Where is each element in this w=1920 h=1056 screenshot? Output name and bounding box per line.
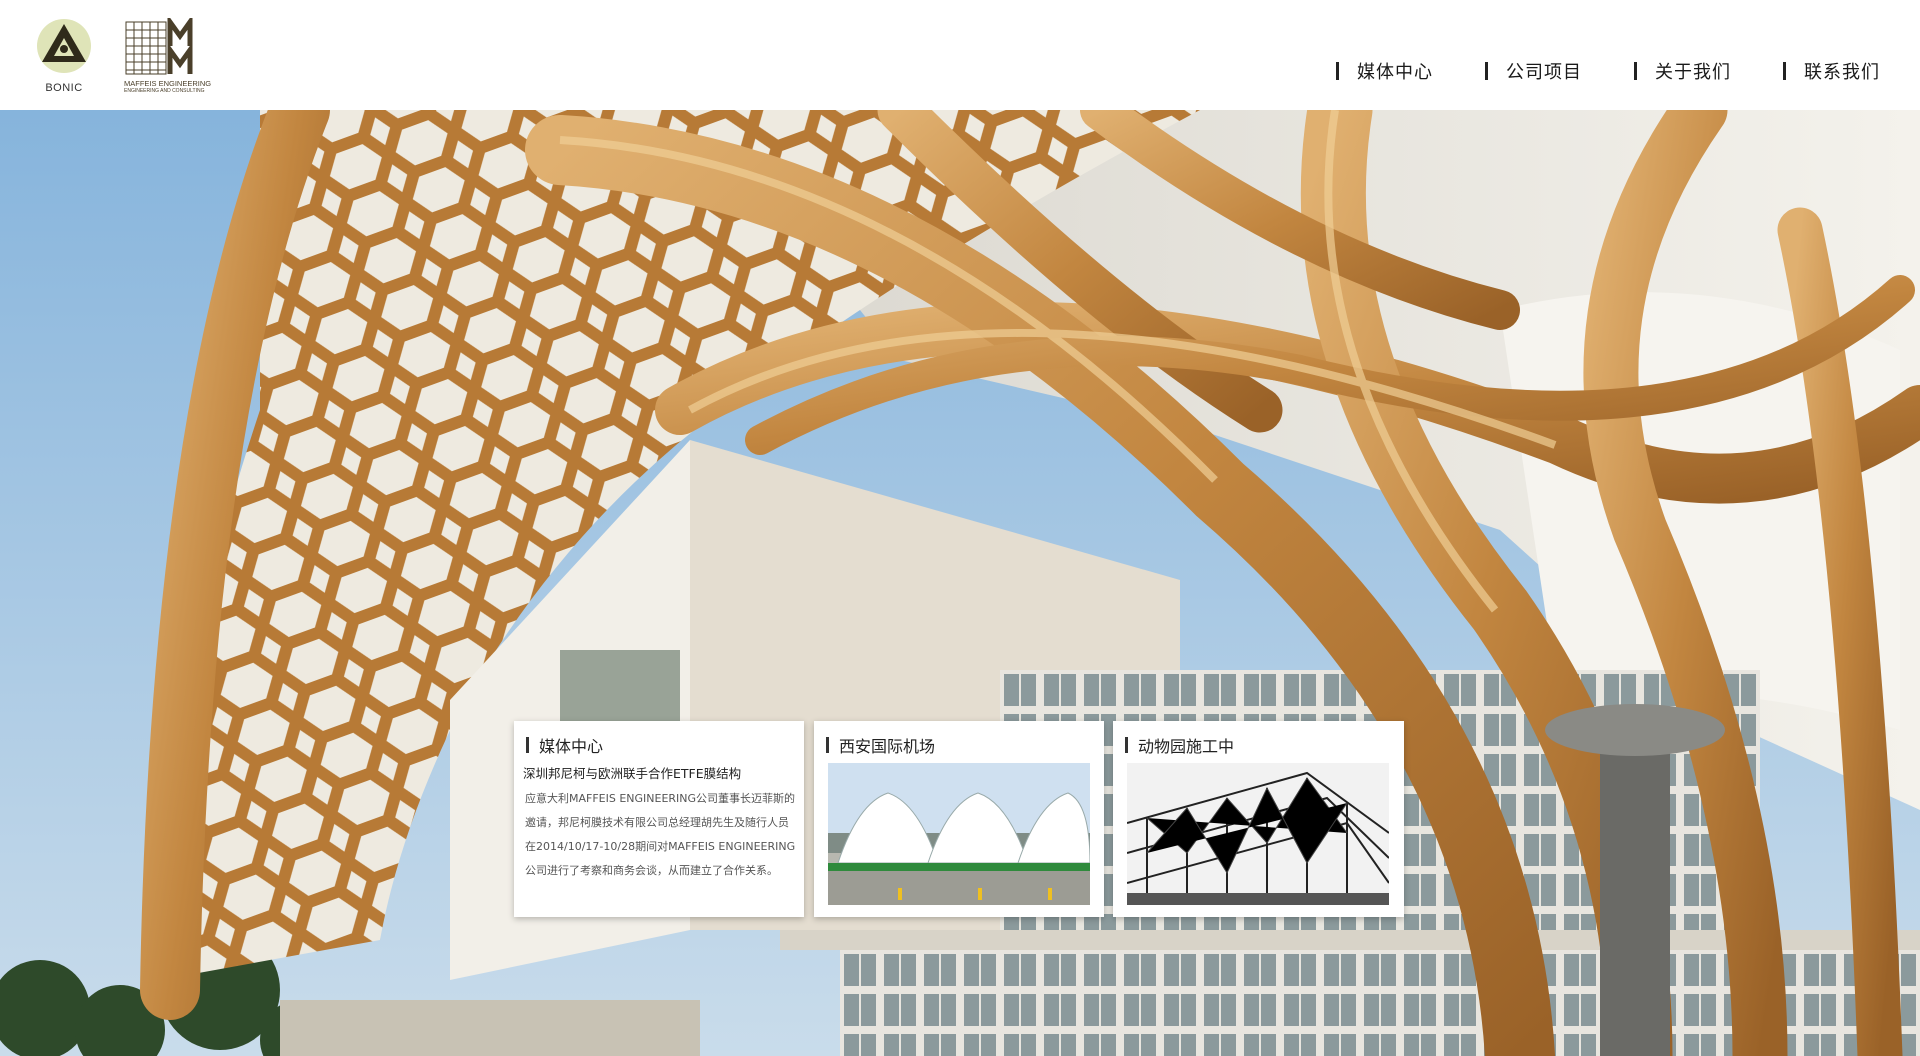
project-card-xian-airport[interactable]: 西安国际机场 [814, 721, 1104, 917]
airport-membrane-image [828, 763, 1090, 905]
project-card-title-text: 西安国际机场 [839, 737, 936, 756]
nav-item-label: 关于我们 [1655, 62, 1731, 83]
news-card[interactable]: 媒体中心 深圳邦尼柯与欧洲联手合作ETFE膜结构 应意大利MAFFEIS ENG… [514, 721, 804, 917]
bonic-logo-text: BONIC [45, 82, 83, 94]
nav-item-media-center[interactable]: 媒体中心 [1336, 58, 1433, 84]
maffeis-logo[interactable]: MAFFEIS ENGINEERING ENGINEERING AND CONS… [124, 14, 214, 98]
main-nav: 媒体中心 公司项目 关于我们 联系我们 [1284, 58, 1880, 84]
project-card-title-text: 动物园施工中 [1138, 737, 1235, 756]
nav-item-about-us[interactable]: 关于我们 [1634, 58, 1731, 84]
bonic-logo-icon [37, 19, 91, 73]
zoo-construction-thumbnail[interactable] [1127, 763, 1389, 905]
project-card-zoo-construction[interactable]: 动物园施工中 [1113, 721, 1404, 917]
nav-divider [1783, 62, 1786, 80]
title-divider [1125, 737, 1128, 753]
maffeis-logo-icon [125, 14, 193, 75]
news-card-title: 媒体中心 [526, 733, 603, 757]
title-divider [826, 737, 829, 753]
nav-item-label: 媒体中心 [1357, 62, 1433, 83]
news-summary: 应意大利MAFFEIS ENGINEERING公司董事长迈菲斯的邀请，邦尼柯膜技… [525, 792, 796, 877]
news-card-title-text: 媒体中心 [539, 737, 604, 756]
nav-item-contact-us[interactable]: 联系我们 [1783, 58, 1880, 84]
news-headline-link[interactable]: 深圳邦尼柯与欧洲联手合作ETFE膜结构 [523, 763, 798, 782]
nav-item-company-projects[interactable]: 公司项目 [1485, 58, 1582, 84]
bonic-logo[interactable]: BONIC [32, 16, 96, 96]
maffeis-logo-text: MAFFEIS ENGINEERING [124, 79, 212, 88]
project-card-title: 动物园施工中 [1125, 733, 1234, 757]
title-divider [526, 737, 529, 753]
nav-divider [1634, 62, 1637, 80]
nav-divider [1485, 62, 1488, 80]
maffeis-logo-subtext: ENGINEERING AND CONSULTING [124, 88, 205, 94]
xian-airport-thumbnail[interactable] [828, 763, 1090, 905]
site-header: BONIC MAFFEIS ENGINEERING ENGINEERING AN… [0, 0, 1920, 110]
steel-frame-image [1127, 763, 1389, 905]
nav-item-label: 公司项目 [1506, 62, 1582, 83]
project-card-title: 西安国际机场 [826, 733, 935, 757]
nav-divider [1336, 62, 1339, 80]
nav-item-label: 联系我们 [1804, 62, 1880, 83]
